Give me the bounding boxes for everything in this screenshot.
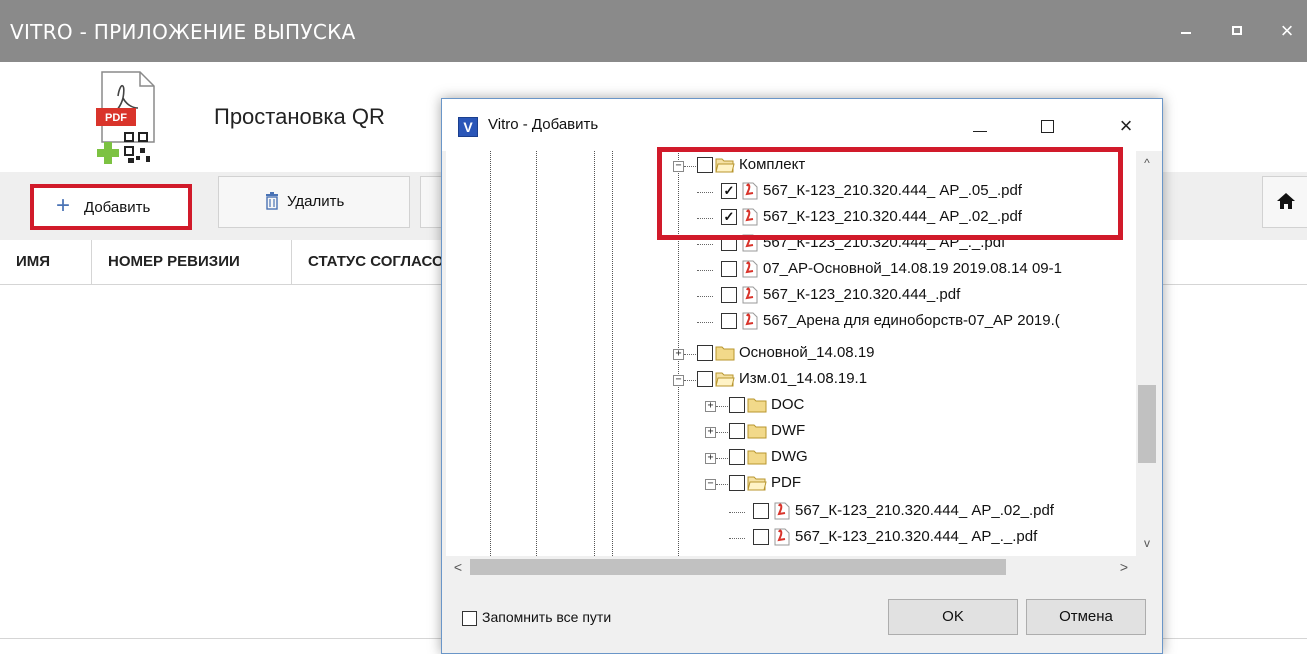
- tree-expander[interactable]: +: [673, 349, 684, 360]
- scrollbar-thumb[interactable]: [1138, 385, 1156, 463]
- scrollbar-thumb[interactable]: [470, 559, 1006, 575]
- pdf-file-icon: [742, 312, 758, 330]
- dialog-maximize-button[interactable]: [1028, 111, 1068, 141]
- maximize-button[interactable]: [1224, 18, 1254, 44]
- minimize-icon: [973, 131, 987, 132]
- vitro-logo-icon: V: [458, 117, 478, 137]
- vertical-scrollbar[interactable]: ^ v: [1136, 151, 1158, 556]
- scroll-down-icon[interactable]: v: [1136, 533, 1158, 553]
- tree-node-label: 567_Арена для единоборств-07_АР 2019.(: [763, 312, 1060, 329]
- maximize-icon: [1041, 120, 1054, 133]
- folder-open-icon: [747, 476, 767, 491]
- page-title: Простановка QR: [214, 104, 385, 129]
- plus-icon: +: [56, 192, 71, 219]
- dialog-title: Vitro - Добавить: [488, 116, 599, 133]
- tree-guide-line: [490, 151, 491, 556]
- tree-checkbox[interactable]: [729, 423, 745, 439]
- tree-guide-line: [536, 151, 537, 556]
- tree-checkbox[interactable]: [721, 313, 737, 329]
- tree-expander[interactable]: −: [705, 479, 716, 490]
- close-button[interactable]: ×: [1272, 18, 1302, 44]
- tree-checkbox[interactable]: [753, 529, 769, 545]
- scroll-left-icon[interactable]: <: [448, 556, 468, 578]
- tree-guide-line: [594, 151, 595, 556]
- folder-icon: [747, 398, 767, 413]
- checkbox[interactable]: [462, 611, 477, 626]
- tree-checkbox[interactable]: [697, 345, 713, 361]
- add-button-label: Добавить: [84, 199, 151, 216]
- tree-checkbox[interactable]: [697, 371, 713, 387]
- folder-icon: [747, 424, 767, 439]
- minimize-button[interactable]: [1172, 18, 1202, 44]
- tree-node-label: PDF: [771, 474, 801, 491]
- scroll-right-icon[interactable]: >: [1114, 556, 1134, 578]
- tree-checkbox[interactable]: [729, 475, 745, 491]
- tree-expander[interactable]: +: [705, 401, 716, 412]
- horizontal-scrollbar[interactable]: < >: [446, 556, 1158, 578]
- svg-text:PDF: PDF: [105, 112, 127, 124]
- dialog-minimize-button[interactable]: [960, 111, 1000, 141]
- pdf-file-icon: [774, 502, 790, 520]
- tree-checkbox[interactable]: [729, 449, 745, 465]
- close-icon: ×: [1119, 113, 1133, 138]
- tree-node-label: Изм.01_14.08.19.1: [739, 370, 868, 387]
- folder-icon: [747, 450, 767, 465]
- column-header-revision[interactable]: НОМЕР РЕВИЗИИ: [92, 240, 292, 284]
- remember-paths-label: Запомнить все пути: [482, 609, 612, 625]
- tree-node-label: 07_АР-Основной_14.08.19 2019.08.14 09-1: [763, 260, 1062, 277]
- dialog-close-button[interactable]: ×: [1106, 111, 1146, 141]
- home-button[interactable]: [1262, 176, 1307, 228]
- tree-expander[interactable]: +: [705, 427, 716, 438]
- close-icon: ×: [1280, 18, 1294, 43]
- add-button[interactable]: + Добавить: [30, 184, 192, 230]
- delete-button[interactable]: Удалить: [218, 176, 410, 228]
- pdf-file-icon: [742, 260, 758, 278]
- tree-node-label: DWG: [771, 448, 808, 465]
- tree-expander[interactable]: +: [705, 453, 716, 464]
- home-icon: [1277, 193, 1295, 209]
- tree-guide-line: [612, 151, 613, 556]
- tree-node-label: DWF: [771, 422, 806, 439]
- column-header-name[interactable]: ИМЯ: [0, 240, 92, 284]
- main-titlebar: VITRO - ПРИЛОЖЕНИЕ ВЫПУСКА ×: [0, 0, 1307, 62]
- delete-button-label: Удалить: [287, 193, 345, 210]
- maximize-icon: [1232, 26, 1242, 35]
- tree-node-label: DOC: [771, 396, 805, 413]
- tree-checkbox[interactable]: [753, 503, 769, 519]
- pdf-file-icon: [774, 528, 790, 546]
- tree-expander[interactable]: −: [673, 375, 684, 386]
- annotation-highlight: [657, 147, 1123, 240]
- tree-checkbox[interactable]: [721, 261, 737, 277]
- dialog-titlebar: V Vitro - Добавить ×: [442, 99, 1162, 151]
- minimize-icon: [1181, 32, 1191, 34]
- tree-node-label: Основной_14.08.19: [739, 344, 875, 361]
- scroll-up-icon[interactable]: ^: [1136, 153, 1158, 173]
- tree-checkbox[interactable]: [729, 397, 745, 413]
- tree-node-label: 567_К-123_210.320.444_.pdf: [763, 286, 961, 303]
- tree-node-label: 567_К-123_210.320.444_ АР_.02_.pdf: [795, 502, 1054, 519]
- pdf-file-icon: [742, 286, 758, 304]
- ok-button[interactable]: OK: [888, 599, 1018, 635]
- pdf-qr-icon: PDF: [96, 71, 155, 164]
- folder-icon: [715, 346, 735, 361]
- folder-open-icon: [715, 372, 735, 387]
- tree-node-label: 567_К-123_210.320.444_ АР_._.pdf: [795, 528, 1038, 545]
- trash-icon: [266, 192, 278, 210]
- window-title: VITRO - ПРИЛОЖЕНИЕ ВЫПУСКА: [10, 20, 356, 44]
- tree-checkbox[interactable]: [721, 287, 737, 303]
- cancel-button[interactable]: Отмена: [1026, 599, 1146, 635]
- column-header-status[interactable]: СТАТУС СОГЛАСОВАНИЯ: [292, 240, 452, 284]
